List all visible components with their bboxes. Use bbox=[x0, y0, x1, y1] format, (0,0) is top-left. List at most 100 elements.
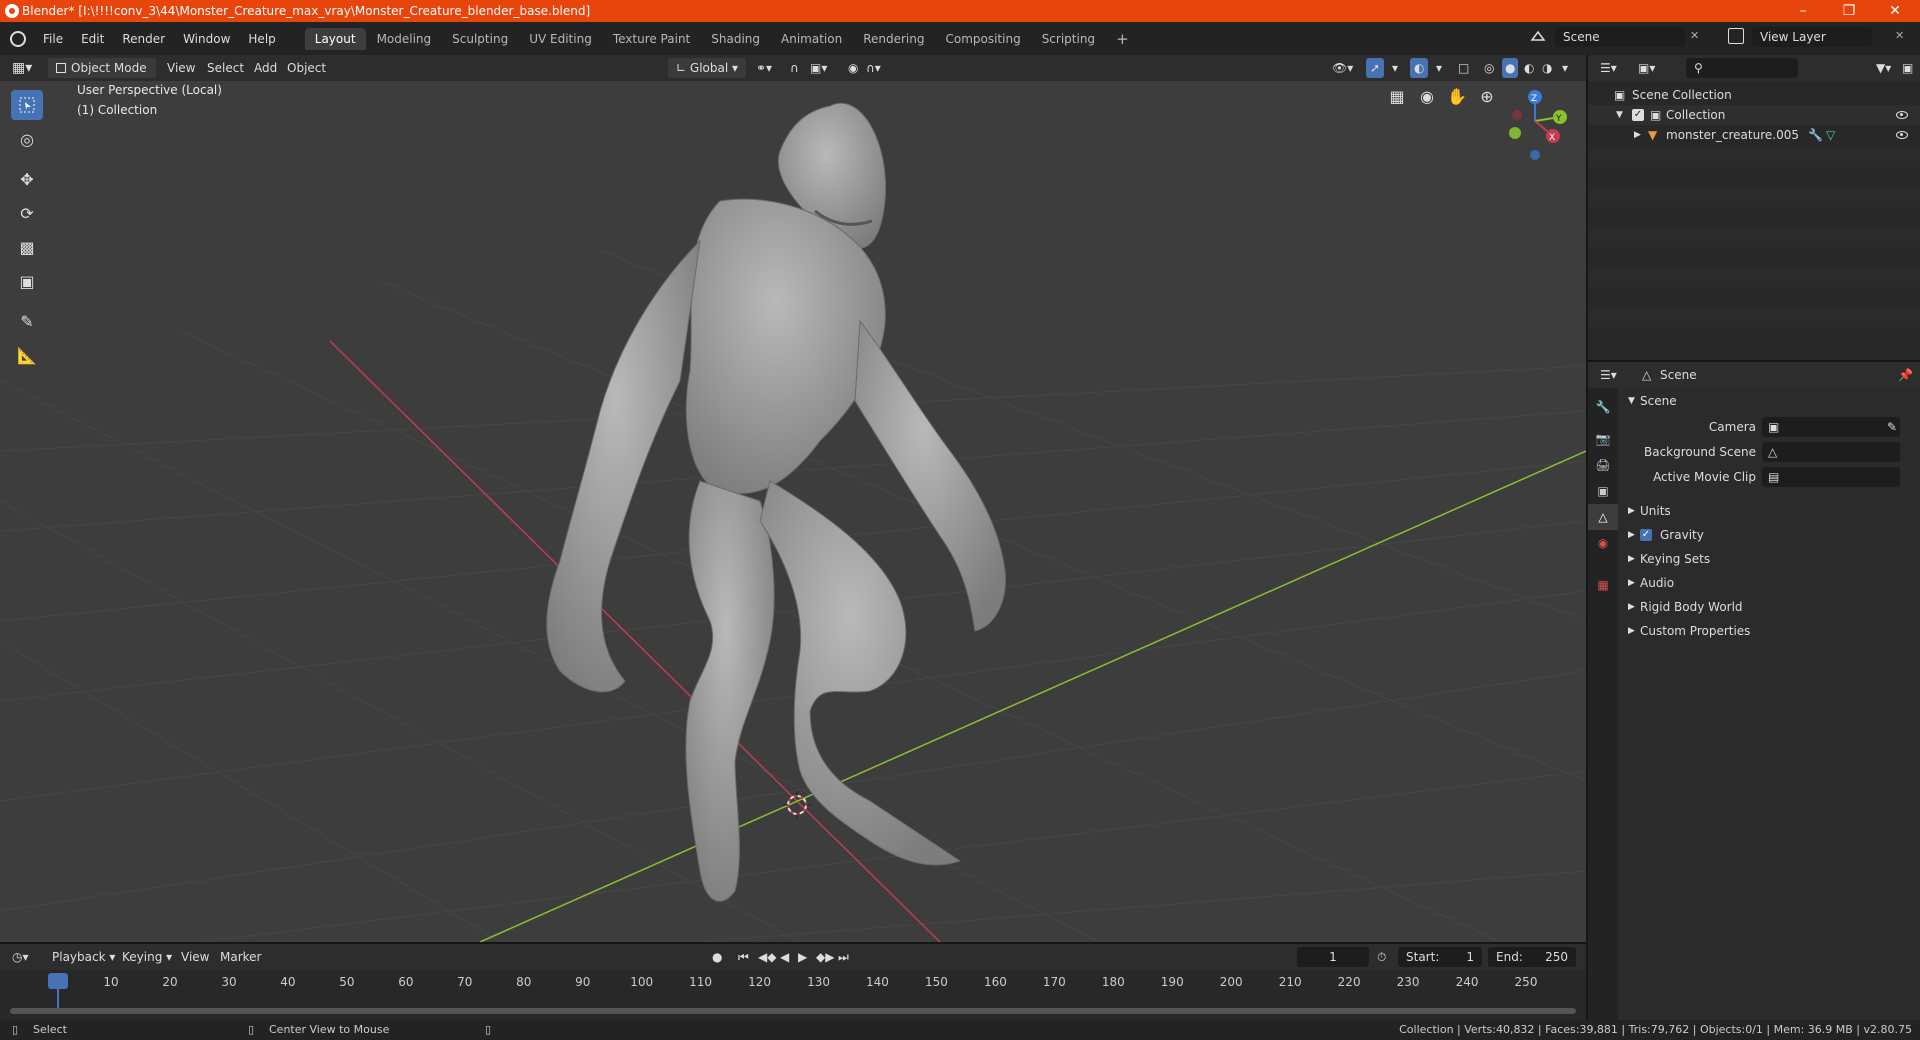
menu-marker[interactable]: Marker bbox=[220, 947, 261, 967]
play-icon[interactable]: ▶ bbox=[798, 947, 807, 967]
orientation-dropdown[interactable]: ∟ Global ▾ bbox=[668, 58, 746, 78]
frame-ruler[interactable]: 1102030405060708090100110120130140150160… bbox=[0, 970, 1586, 992]
tab-sculpting[interactable]: Sculpting bbox=[442, 28, 518, 50]
menu-object[interactable]: Object bbox=[287, 58, 326, 78]
grid-view-icon[interactable]: ▦ bbox=[1384, 87, 1410, 113]
mode-dropdown[interactable]: Object Mode ▾ bbox=[48, 58, 156, 95]
snap-icon[interactable]: ∩ bbox=[790, 58, 799, 78]
tab-scene-icon[interactable]: △ bbox=[1588, 504, 1618, 530]
active-movie-clip-field[interactable]: ▤ bbox=[1762, 467, 1900, 487]
gravity-checkbox[interactable]: ✓ bbox=[1640, 529, 1652, 541]
prev-keyframe-icon[interactable]: ◀◆ bbox=[758, 947, 776, 967]
menu-add[interactable]: Add bbox=[254, 58, 277, 78]
area-divider-properties[interactable] bbox=[1588, 360, 1920, 362]
shading-dropdown-icon[interactable]: ▾ bbox=[1562, 58, 1568, 78]
units-section[interactable]: ▶ Units bbox=[1622, 500, 1920, 522]
tab-layout[interactable]: Layout bbox=[304, 27, 366, 50]
close-button[interactable]: ✕ bbox=[1872, 0, 1918, 22]
timeline-body[interactable]: 1102030405060708090100110120130140150160… bbox=[0, 970, 1586, 1020]
transform-tool[interactable]: ▣ bbox=[11, 266, 43, 296]
current-frame-field[interactable]: 1 bbox=[1297, 947, 1369, 967]
monster-creature-mesh[interactable] bbox=[546, 102, 1006, 902]
menu-render[interactable]: Render bbox=[113, 32, 174, 46]
display-mode-icon[interactable]: ▣▾ bbox=[1638, 58, 1655, 78]
collection-expand-icon[interactable]: ▼ bbox=[1616, 105, 1623, 125]
tab-view-layer-icon[interactable]: ▣ bbox=[1588, 478, 1618, 504]
proportional-edit-icon[interactable]: ◉ bbox=[848, 58, 858, 78]
rendered-shading-icon[interactable]: ◑ bbox=[1542, 58, 1552, 78]
tab-render-icon[interactable]: 📷 bbox=[1588, 426, 1618, 452]
3d-cursor-icon[interactable] bbox=[783, 791, 811, 819]
solid-shading-icon[interactable]: ● bbox=[1502, 58, 1519, 78]
3d-viewport[interactable]: User Perspective (Local) (1) Collection … bbox=[0, 81, 1586, 942]
menu-keying[interactable]: Keying ▾ bbox=[122, 947, 172, 967]
mesh-data-icon[interactable]: ▽ bbox=[1826, 125, 1835, 145]
editor-type-icon[interactable]: ▦▾ bbox=[12, 58, 32, 78]
play-reverse-icon[interactable]: ◀ bbox=[780, 947, 789, 967]
add-workspace-button[interactable]: + bbox=[1106, 26, 1139, 52]
collection-include-checkbox[interactable]: ✓ bbox=[1632, 109, 1644, 121]
stopwatch-icon[interactable]: ⏱ bbox=[1377, 947, 1386, 967]
keying-sets-section[interactable]: ▶ Keying Sets bbox=[1622, 548, 1920, 570]
start-frame-field[interactable]: Start: 1 bbox=[1398, 947, 1482, 967]
filter-icon[interactable]: ▼▾ bbox=[1876, 58, 1891, 78]
gizmo-toggle-icon[interactable]: ➚ bbox=[1366, 58, 1385, 78]
menu-timeline-view[interactable]: View bbox=[181, 947, 209, 967]
maximize-button[interactable]: ❐ bbox=[1826, 0, 1872, 22]
tab-texture-paint[interactable]: Texture Paint bbox=[603, 28, 700, 50]
measure-tool[interactable]: 📐 bbox=[11, 340, 43, 370]
gravity-section[interactable]: ▶ ✓ Gravity bbox=[1622, 524, 1920, 546]
pivot-icon[interactable]: ⚭▾ bbox=[756, 58, 772, 78]
zoom-view-icon[interactable]: ⊕ bbox=[1474, 87, 1500, 113]
custom-properties-section[interactable]: ▶ Custom Properties bbox=[1622, 620, 1920, 642]
tab-output-icon[interactable]: 🖨 bbox=[1588, 452, 1618, 478]
jump-end-icon[interactable]: ⏭ bbox=[838, 947, 849, 967]
record-icon[interactable]: ● bbox=[712, 947, 722, 967]
move-tool[interactable]: ✥ bbox=[11, 164, 43, 194]
tab-world-icon[interactable]: ◉ bbox=[1588, 530, 1618, 556]
tab-texture-icon[interactable]: ▦ bbox=[1588, 572, 1618, 598]
scene-panel-header[interactable]: ▼ Scene bbox=[1622, 390, 1920, 412]
pan-view-icon[interactable]: ✋ bbox=[1444, 87, 1470, 113]
tab-animation[interactable]: Animation bbox=[771, 28, 852, 50]
object-visibility-icon[interactable] bbox=[1896, 131, 1908, 139]
menu-playback[interactable]: Playback ▾ bbox=[52, 947, 115, 967]
area-divider-timeline[interactable] bbox=[0, 942, 1586, 944]
rotate-tool[interactable]: ⟳ bbox=[11, 198, 43, 228]
material-shading-icon[interactable]: ◐ bbox=[1524, 58, 1534, 78]
scene-close-icon[interactable]: ✕ bbox=[1690, 29, 1699, 42]
gizmo-dropdown-icon[interactable]: ▾ bbox=[1392, 58, 1398, 78]
menu-file[interactable]: File bbox=[34, 32, 72, 46]
tab-shading[interactable]: Shading bbox=[701, 28, 770, 50]
camera-view-icon[interactable]: ◉ bbox=[1414, 87, 1440, 113]
rigid-body-world-section[interactable]: ▶ Rigid Body World bbox=[1622, 596, 1920, 618]
tab-modeling[interactable]: Modeling bbox=[367, 28, 442, 50]
menu-edit[interactable]: Edit bbox=[72, 32, 113, 46]
wireframe-shading-icon[interactable]: ◎ bbox=[1484, 58, 1494, 78]
snap-target-icon[interactable]: ▣▾ bbox=[810, 58, 827, 78]
outliner-editor-icon[interactable]: ☰▾ bbox=[1600, 58, 1617, 78]
object-expand-icon[interactable]: ▶ bbox=[1634, 125, 1641, 145]
tab-uv-editing[interactable]: UV Editing bbox=[519, 28, 602, 50]
visibility-icon[interactable]: 👁▾ bbox=[1332, 58, 1353, 78]
falloff-icon[interactable]: ∩▾ bbox=[866, 58, 881, 78]
tab-compositing[interactable]: Compositing bbox=[935, 28, 1030, 50]
outliner-row-monster-creature[interactable]: ▶ ▼ monster_creature.005 🔧 ▽ bbox=[1588, 125, 1920, 145]
next-keyframe-icon[interactable]: ◆▶ bbox=[816, 947, 834, 967]
navigation-gizmo[interactable]: Z Y X bbox=[1500, 81, 1580, 161]
collection-visibility-icon[interactable] bbox=[1896, 111, 1908, 119]
pin-icon[interactable]: 📌 bbox=[1898, 365, 1913, 385]
eyedropper-icon[interactable]: ✎ bbox=[1887, 416, 1897, 438]
annotate-tool[interactable]: ✎ bbox=[11, 306, 43, 336]
timeline-scrollbar[interactable] bbox=[10, 1008, 1576, 1014]
menu-view[interactable]: View bbox=[167, 58, 195, 78]
cursor-tool[interactable]: ◎ bbox=[11, 124, 43, 154]
jump-start-icon[interactable]: ⏮ bbox=[738, 947, 749, 967]
tab-scripting[interactable]: Scripting bbox=[1032, 28, 1105, 50]
camera-field[interactable]: ▣ bbox=[1762, 417, 1900, 437]
menu-window[interactable]: Window bbox=[174, 32, 239, 46]
blender-menu-icon[interactable] bbox=[10, 30, 26, 47]
area-divider-vertical[interactable] bbox=[1586, 55, 1588, 1020]
minimize-button[interactable]: – bbox=[1780, 0, 1826, 22]
playhead[interactable] bbox=[48, 973, 68, 989]
